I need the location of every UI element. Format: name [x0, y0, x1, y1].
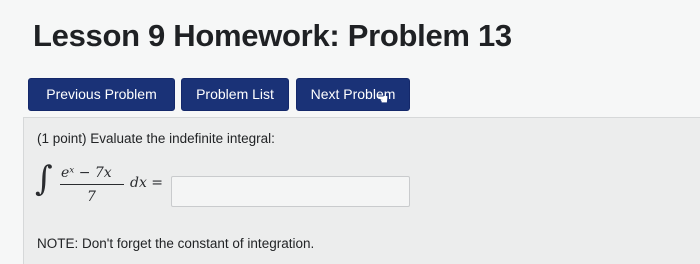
hand-pointer-icon: ☚	[376, 91, 389, 107]
fraction-bar	[60, 184, 124, 185]
problem-list-button[interactable]: Problem List	[181, 78, 289, 111]
differential-equals: dx =	[130, 175, 164, 191]
next-problem-button[interactable]: Next Problem	[296, 78, 410, 111]
integral-expression: ∫ eˣ − 7x 7 dx =	[35, 162, 185, 212]
constant-note: NOTE: Don't forget the constant of integ…	[37, 236, 315, 251]
integral-sign: ∫	[35, 159, 53, 199]
problem-prompt: (1 point) Evaluate the indefinite integr…	[37, 131, 275, 146]
page-title: Lesson 9 Homework: Problem 13	[33, 18, 512, 53]
fraction-denominator: 7	[87, 189, 96, 205]
problem-container: (1 point) Evaluate the indefinite integr…	[23, 117, 700, 264]
fraction-numerator: eˣ − 7x	[61, 165, 112, 181]
previous-problem-button[interactable]: Previous Problem	[28, 78, 175, 111]
answer-input[interactable]	[171, 176, 410, 207]
